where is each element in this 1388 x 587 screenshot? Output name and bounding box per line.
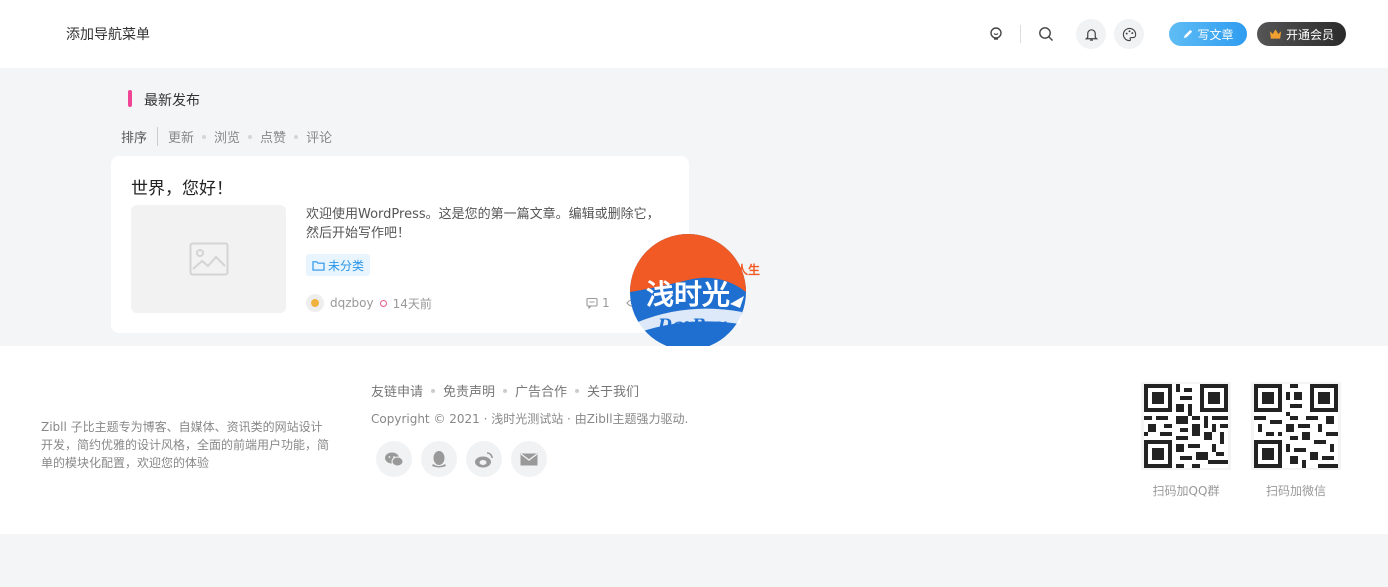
wechat-qr-label: 扫码加微信: [1265, 484, 1326, 498]
post-thumbnail[interactable]: [131, 205, 286, 313]
open-vip-label: 开通会员: [1285, 27, 1334, 42]
section-accent-bar: [128, 90, 132, 107]
wechat-qr-code: [1251, 382, 1341, 470]
footer-link-separator: [575, 388, 580, 393]
watermark-name: 浅时光: [646, 278, 730, 311]
watermark-tagline: 演绎程序人生: [688, 262, 760, 277]
qq-group-qr-code: [1141, 382, 1231, 470]
header: 添加导航菜单 写文章 开通会员: [0, 0, 1388, 68]
watermark-sub: DqzBoy: [657, 315, 727, 334]
sort-separator: [294, 134, 299, 139]
theme-toggle-button[interactable]: [981, 19, 1011, 49]
sort-bar: 排序 更新 浏览 点赞 评论: [121, 127, 332, 146]
category-label: 未分类: [328, 258, 365, 273]
sort-separator: [202, 134, 207, 139]
comment-count: 1: [602, 296, 610, 310]
wechat-button[interactable]: [376, 441, 412, 477]
footer-link-disclaimer[interactable]: 免责声明: [443, 381, 495, 400]
category-tag[interactable]: 未分类: [306, 254, 371, 276]
comment-icon: [586, 297, 598, 309]
palette-icon: [1122, 27, 1136, 41]
footer-link-friend[interactable]: 友链申请: [371, 381, 423, 400]
add-nav-menu-link[interactable]: 添加导航菜单: [66, 24, 150, 44]
post-time: 14天前: [392, 296, 432, 311]
write-article-label: 写文章: [1197, 27, 1234, 42]
qq-button[interactable]: [421, 441, 457, 477]
sort-separator: [248, 134, 253, 139]
folder-icon: [312, 260, 325, 271]
footer-link-separator: [503, 388, 508, 393]
post-meta: dqzboy 14天前: [306, 294, 432, 312]
post-card: 世界，您好！ 欢迎使用WordPress。这是您的第一篇文章。编辑或删除它，然后…: [111, 156, 689, 333]
qr-code-icon: [1254, 384, 1338, 468]
section-title: 最新发布: [144, 93, 200, 109]
crown-icon: [1269, 29, 1282, 39]
qq-icon: [432, 450, 446, 467]
footer-link-about[interactable]: 关于我们: [587, 381, 639, 400]
header-divider: [1020, 25, 1021, 43]
image-placeholder-icon: [189, 242, 228, 276]
sort-option-likes[interactable]: 点赞: [260, 127, 286, 146]
time-dot-icon: [379, 299, 387, 307]
lightbulb-icon: [990, 27, 1002, 40]
footer: Zibll 子比主题专为博客、自媒体、资讯类的网站设计开发，简约优雅的设计风格，…: [0, 346, 1388, 534]
search-button[interactable]: [1031, 19, 1061, 49]
sort-option-views[interactable]: 浏览: [214, 127, 240, 146]
theme-palette-button[interactable]: [1114, 19, 1144, 49]
sort-option-updated[interactable]: 更新: [168, 127, 194, 146]
pencil-icon: [1184, 29, 1193, 38]
footer-links: 友链申请 免责声明 广告合作 关于我们: [371, 381, 639, 400]
bell-icon: [1084, 28, 1098, 41]
mail-icon: [520, 452, 538, 465]
sort-label: 排序: [121, 127, 159, 146]
wechat-icon: [385, 452, 404, 466]
watermark-logo: 演绎程序人生 浅时光 DqzBoy: [630, 232, 762, 354]
weibo-icon: [475, 451, 493, 467]
sort-option-comments[interactable]: 评论: [306, 127, 332, 146]
post-excerpt: 欢迎使用WordPress。这是您的第一篇文章。编辑或删除它，然后开始写作吧！: [306, 207, 660, 241]
notification-button[interactable]: [1076, 19, 1106, 49]
footer-link-ads[interactable]: 广告合作: [515, 381, 567, 400]
open-vip-button[interactable]: 开通会员: [1257, 22, 1346, 46]
qq-group-qr-label: 扫码加QQ群: [1152, 484, 1220, 498]
weibo-button[interactable]: [466, 441, 502, 477]
email-button[interactable]: [511, 441, 547, 477]
search-icon: [1039, 27, 1053, 41]
post-title[interactable]: 世界，您好！: [131, 174, 233, 199]
footer-copyright: Copyright © 2021 · 浅时光测试站 · 由Zibll主题强力驱动…: [371, 412, 689, 426]
author-name[interactable]: dqzboy: [330, 296, 374, 310]
avatar[interactable]: [306, 294, 324, 312]
footer-link-separator: [431, 388, 436, 393]
footer-description: Zibll 子比主题专为博客、自媒体、资讯类的网站设计开发，简约优雅的设计风格，…: [41, 420, 330, 470]
qr-code-icon: [1144, 384, 1228, 468]
write-article-button[interactable]: 写文章: [1169, 22, 1247, 46]
